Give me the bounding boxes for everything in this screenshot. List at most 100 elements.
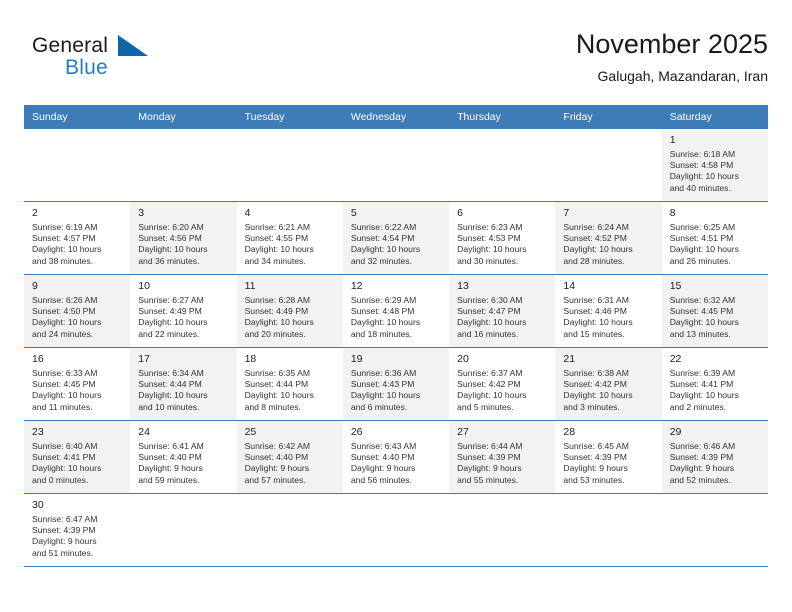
calendar-day-cell[interactable]: 2 Sunrise: 6:19 AM Sunset: 4:57 PM Daylight… <box>24 201 131 275</box>
day-number: 27 <box>457 426 469 438</box>
day-number: 24 <box>138 426 150 438</box>
day-number: 4 <box>244 207 251 219</box>
sunset-text: Sunset: 4:58 PM <box>669 160 734 171</box>
day-details: Sunrise: 6:46 AM Sunset: 4:39 PM Daylight:… <box>662 441 768 486</box>
day-details: Sunrise: 6:31 AM Sunset: 4:46 PM Daylight:… <box>555 295 661 340</box>
calendar-day-cell[interactable]: 14 Sunrise: 6:31 AM Sunset: 4:46 PM Dayligh… <box>555 274 662 348</box>
day-number: 10 <box>138 280 150 292</box>
empty-cell-inner <box>449 129 555 201</box>
brand-name-general: General <box>32 34 109 57</box>
day-cell-inner: 30 Sunrise: 6:47 AM Sunset: 4:39 PM Dayligh… <box>24 494 131 566</box>
calendar-day-cell[interactable]: 5 Sunrise: 6:22 AM Sunset: 4:54 PM Daylight… <box>342 201 450 275</box>
calendar-day-cell[interactable]: 25 Sunrise: 6:42 AM Sunset: 4:40 PM Dayligh… <box>236 420 343 494</box>
daylight-text-line1: Daylight: 10 hours <box>350 244 421 255</box>
sunrise-text: Sunrise: 6:24 AM <box>563 222 629 232</box>
day-number: 26 <box>350 426 363 438</box>
calendar-day-cell[interactable]: 6 Sunrise: 6:23 AM Sunset: 4:53 PM Daylight… <box>449 201 556 275</box>
daylight-text-line1: Daylight: 9 hours <box>669 463 735 474</box>
sunrise-text: Sunrise: 6:40 AM <box>32 441 98 451</box>
daylight-text-line1: Daylight: 10 hours <box>32 244 102 255</box>
calendar-day-cell[interactable]: 15 Sunrise: 6:32 AM Sunset: 4:45 PM Dayligh… <box>661 274 768 348</box>
calendar-day-cell[interactable]: 1 Sunrise: 6:18 AM Sunset: 4:58 PM Daylight… <box>661 129 768 202</box>
daylight-text-line1: Daylight: 9 hours <box>32 536 97 547</box>
sunrise-text: Sunrise: 6:25 AM <box>669 222 736 232</box>
sunrise-text: Sunrise: 6:39 AM <box>669 368 736 378</box>
sunset-text: Sunset: 4:43 PM <box>350 379 415 390</box>
day-details: Sunrise: 6:26 AM Sunset: 4:50 PM Daylight:… <box>24 295 130 340</box>
sunrise-text: Sunrise: 6:28 AM <box>244 295 311 305</box>
triangle-flag-icon <box>118 35 150 57</box>
day-details: Sunrise: 6:25 AM Sunset: 4:51 PM Daylight:… <box>662 222 768 267</box>
calendar-day-cell[interactable]: 27 Sunrise: 6:44 AM Sunset: 4:39 PM Dayligh… <box>449 420 556 494</box>
calendar-day-cell[interactable]: 4 Sunrise: 6:21 AM Sunset: 4:55 PM Daylight… <box>236 201 343 275</box>
calendar-day-cell[interactable]: 24 Sunrise: 6:41 AM Sunset: 4:40 PM Dayligh… <box>130 420 237 494</box>
daylight-text-line2: and 15 minutes. <box>563 328 625 339</box>
daylight-text-line2: and 38 minutes. <box>32 255 94 266</box>
daylight-text-line2: and 6 minutes. <box>350 401 408 412</box>
page-subtitle: Galugah, Mazandaran, Iran <box>597 68 768 84</box>
sunset-text: Sunset: 4:52 PM <box>563 233 627 244</box>
weekday-header-monday: Monday <box>130 105 237 129</box>
calendar-day-cell[interactable]: 26 Sunrise: 6:43 AM Sunset: 4:40 PM Dayligh… <box>342 420 450 494</box>
calendar-day-cell[interactable]: 10 Sunrise: 6:27 AM Sunset: 4:49 PM Dayligh… <box>130 274 237 348</box>
daylight-text-line2: and 16 minutes. <box>457 328 519 339</box>
daylight-text-line2: and 10 minutes. <box>138 401 200 412</box>
sunrise-text: Sunrise: 6:20 AM <box>138 222 204 232</box>
calendar-day-cell-empty <box>342 129 450 202</box>
daylight-text-line1: Daylight: 10 hours <box>32 317 102 328</box>
empty-cell-inner <box>24 129 130 201</box>
day-cell-inner: 7 Sunrise: 6:24 AM Sunset: 4:52 PM Daylight… <box>555 202 662 274</box>
empty-cell-inner <box>237 494 343 566</box>
calendar-day-cell-empty <box>236 129 343 202</box>
empty-cell-inner <box>662 494 768 566</box>
daylight-text-line1: Daylight: 10 hours <box>669 317 739 328</box>
daylight-text-line2: and 51 minutes. <box>32 547 94 558</box>
day-number: 20 <box>457 353 469 365</box>
calendar-day-cell[interactable]: 13 Sunrise: 6:30 AM Sunset: 4:47 PM Dayligh… <box>449 274 556 348</box>
sunrise-text: Sunrise: 6:30 AM <box>457 295 523 305</box>
day-details: Sunrise: 6:27 AM Sunset: 4:49 PM Daylight:… <box>130 295 236 340</box>
sunrise-text: Sunrise: 6:46 AM <box>669 441 736 451</box>
sunset-text: Sunset: 4:39 PM <box>563 452 627 463</box>
sunset-text: Sunset: 4:39 PM <box>669 452 734 463</box>
calendar-day-cell[interactable]: 7 Sunrise: 6:24 AM Sunset: 4:52 PM Daylight… <box>555 201 662 275</box>
sunset-text: Sunset: 4:44 PM <box>244 379 309 390</box>
daylight-text-line2: and 22 minutes. <box>138 328 200 339</box>
daylight-text-line1: Daylight: 10 hours <box>457 244 527 255</box>
calendar-week-row: 2 Sunrise: 6:19 AM Sunset: 4:57 PM Daylight… <box>24 201 768 275</box>
weekday-header-wednesday: Wednesday <box>342 105 450 129</box>
sunset-text: Sunset: 4:49 PM <box>138 306 202 317</box>
weekday-header-saturday: Saturday <box>661 105 768 129</box>
daylight-text-line2: and 28 minutes. <box>563 255 625 266</box>
day-details: Sunrise: 6:39 AM Sunset: 4:41 PM Daylight:… <box>662 368 768 413</box>
calendar-day-cell[interactable]: 23 Sunrise: 6:40 AM Sunset: 4:41 PM Dayligh… <box>24 420 131 494</box>
brand-name-blue: Blue <box>65 56 108 79</box>
calendar-day-cell[interactable]: 11 Sunrise: 6:28 AM Sunset: 4:49 PM Dayligh… <box>236 274 343 348</box>
calendar-day-cell[interactable]: 20 Sunrise: 6:37 AM Sunset: 4:42 PM Dayligh… <box>449 347 556 421</box>
calendar-day-cell[interactable]: 9 Sunrise: 6:26 AM Sunset: 4:50 PM Daylight… <box>24 274 131 348</box>
calendar-day-cell[interactable]: 3 Sunrise: 6:20 AM Sunset: 4:56 PM Daylight… <box>130 201 237 275</box>
calendar-day-cell[interactable]: 29 Sunrise: 6:46 AM Sunset: 4:39 PM Dayligh… <box>661 420 768 494</box>
calendar-day-cell[interactable]: 17 Sunrise: 6:34 AM Sunset: 4:44 PM Dayligh… <box>130 347 237 421</box>
brand-logo[interactable]: General Blue <box>32 34 212 90</box>
calendar-day-cell[interactable]: 28 Sunrise: 6:45 AM Sunset: 4:39 PM Dayligh… <box>555 420 662 494</box>
calendar-day-cell[interactable]: 22 Sunrise: 6:39 AM Sunset: 4:41 PM Dayligh… <box>661 347 768 421</box>
calendar-day-cell[interactable]: 12 Sunrise: 6:29 AM Sunset: 4:48 PM Dayligh… <box>342 274 450 348</box>
calendar-day-cell[interactable]: 30 Sunrise: 6:47 AM Sunset: 4:39 PM Dayligh… <box>24 493 131 567</box>
day-cell-inner: 20 Sunrise: 6:37 AM Sunset: 4:42 PM Dayligh… <box>449 348 556 420</box>
sunset-text: Sunset: 4:40 PM <box>350 452 415 463</box>
calendar-day-cell[interactable]: 16 Sunrise: 6:33 AM Sunset: 4:45 PM Dayligh… <box>24 347 131 421</box>
day-cell-inner: 8 Sunrise: 6:25 AM Sunset: 4:51 PM Daylight… <box>661 202 768 274</box>
calendar-day-cell[interactable]: 19 Sunrise: 6:36 AM Sunset: 4:43 PM Dayligh… <box>342 347 450 421</box>
day-details: Sunrise: 6:47 AM Sunset: 4:39 PM Daylight:… <box>24 514 130 559</box>
empty-cell-inner <box>343 129 449 201</box>
day-number: 15 <box>669 280 682 292</box>
sunrise-text: Sunrise: 6:32 AM <box>669 295 736 305</box>
calendar-day-cell[interactable]: 8 Sunrise: 6:25 AM Sunset: 4:51 PM Daylight… <box>661 201 768 275</box>
daylight-text-line1: Daylight: 10 hours <box>244 317 314 328</box>
calendar-day-cell[interactable]: 21 Sunrise: 6:38 AM Sunset: 4:42 PM Dayligh… <box>555 347 662 421</box>
day-number: 13 <box>457 280 469 292</box>
sunset-text: Sunset: 4:42 PM <box>457 379 521 390</box>
calendar-day-cell[interactable]: 18 Sunrise: 6:35 AM Sunset: 4:44 PM Dayligh… <box>236 347 343 421</box>
daylight-text-line2: and 0 minutes. <box>32 474 89 485</box>
